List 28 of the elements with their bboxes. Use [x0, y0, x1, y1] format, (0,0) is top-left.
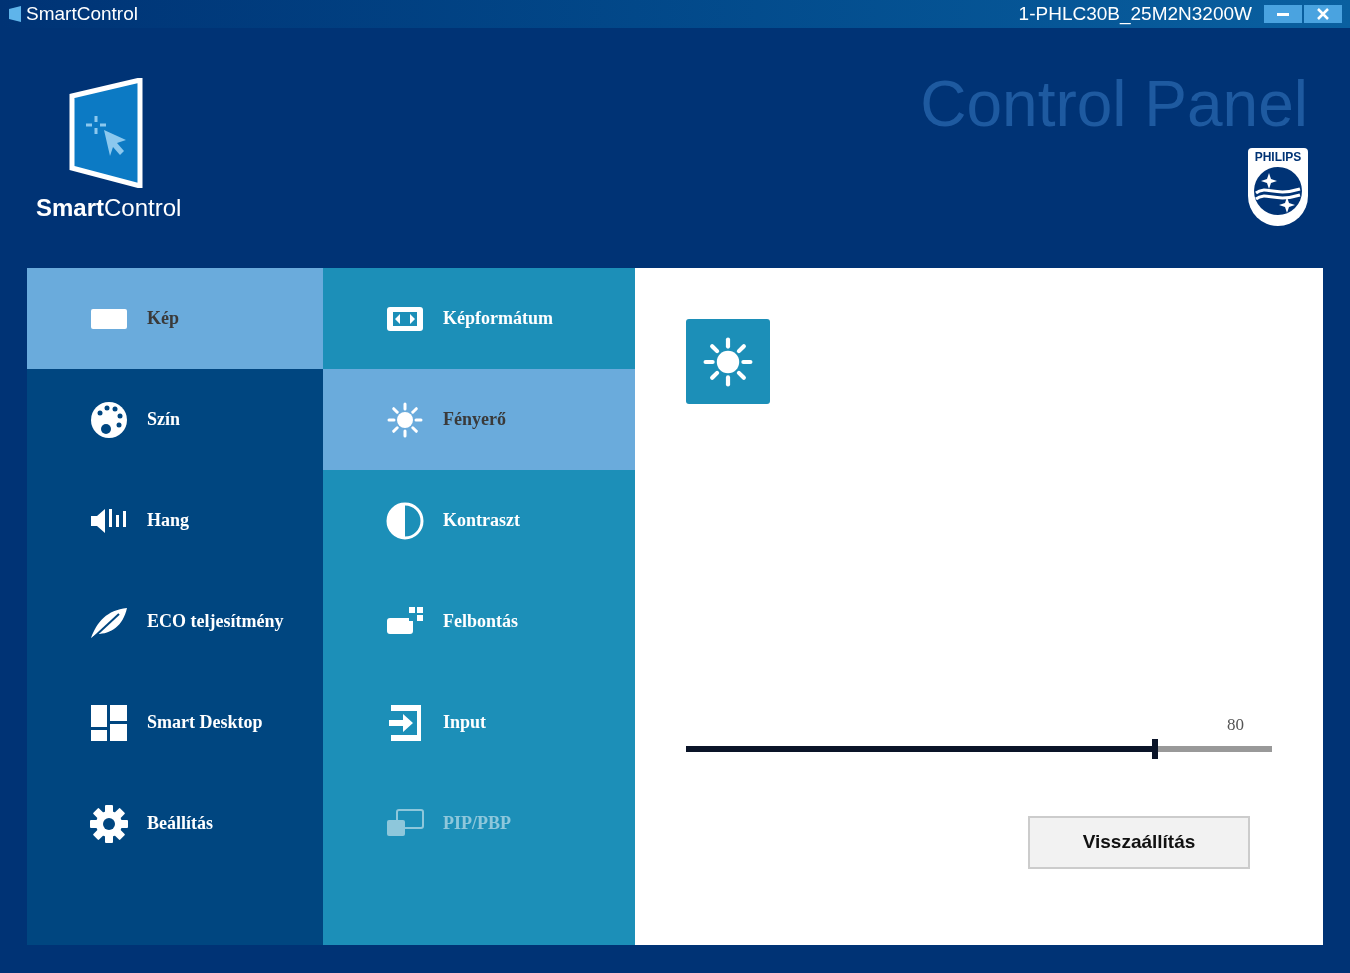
- window-title: SmartControl: [26, 1, 138, 26]
- app-icon: [8, 6, 22, 22]
- category-item[interactable]: Smart Desktop: [27, 672, 323, 773]
- brand-logo: PHILIPS: [1248, 148, 1308, 226]
- submenu-item[interactable]: Input: [323, 672, 635, 773]
- submenu-item[interactable]: Felbontás: [323, 571, 635, 672]
- submenu-item[interactable]: Képformátum: [323, 268, 635, 369]
- minimize-button[interactable]: [1264, 5, 1302, 23]
- submenu-item[interactable]: Kontraszt: [323, 470, 635, 571]
- reset-button[interactable]: Visszaállítás: [1028, 815, 1250, 869]
- close-icon: [1317, 8, 1329, 20]
- monitor-logo-icon: [68, 78, 144, 188]
- settings-icon: [89, 803, 129, 844]
- layout-icon: [89, 702, 129, 743]
- palette-icon: [89, 399, 129, 440]
- device-name: 1-PHLC30B_25M2N3200W: [1018, 1, 1252, 27]
- category-item[interactable]: Szín: [27, 369, 323, 470]
- logo-text: SmartControl: [36, 193, 182, 223]
- category-item[interactable]: Kép: [27, 268, 323, 369]
- category-item[interactable]: ECO teljesítmény: [27, 571, 323, 672]
- category-item[interactable]: Beállítás: [27, 773, 323, 874]
- slider-thumb[interactable]: [1151, 738, 1158, 759]
- submenu-item[interactable]: Fényerő: [323, 369, 635, 470]
- close-button[interactable]: [1304, 5, 1342, 23]
- slider-value: 80: [1227, 714, 1244, 736]
- minimize-icon: [1277, 12, 1289, 16]
- contrast-icon: [385, 500, 425, 541]
- category-item[interactable]: Hang: [27, 470, 323, 571]
